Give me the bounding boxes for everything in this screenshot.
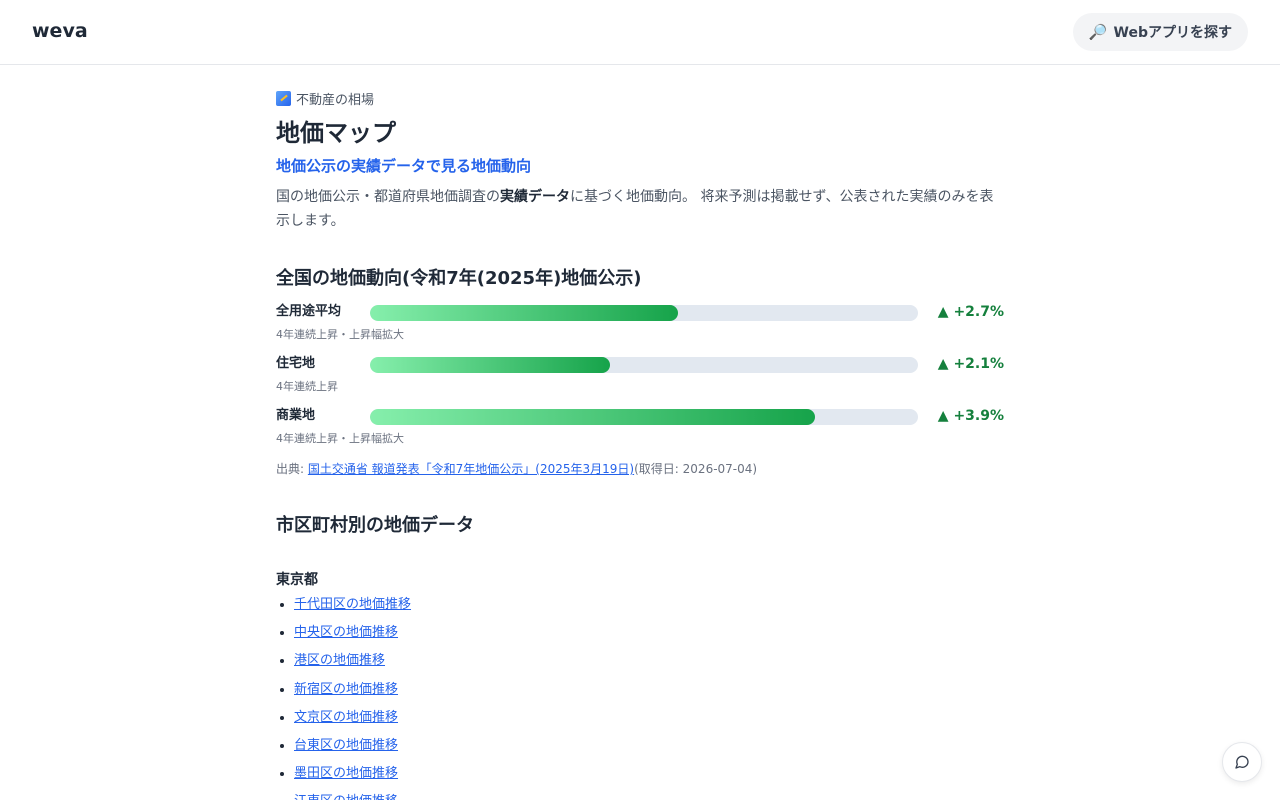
ward-list-item: 中央区の地価推移 xyxy=(294,624,1004,652)
ward-link[interactable]: 江東区の地価推移 xyxy=(294,794,398,800)
trend-bar-fill xyxy=(370,357,610,373)
page-description: 国の地価公示・都道府県地価調査の実績データに基づく地価動向。 将来予測は掲載せず… xyxy=(276,185,1004,233)
trend-bar-track xyxy=(370,305,918,321)
ward-list: 千代田区の地価推移中央区の地価推移港区の地価推移新宿区の地価推移文京区の地価推移… xyxy=(276,596,1004,800)
source-link[interactable]: 国土交通省 報道発表「令和7年地価公示」(2025年3月19日) xyxy=(308,462,634,476)
site-header: weva 🔎 Webアプリを探す xyxy=(0,0,1280,65)
trend-note: 4年連続上昇・上昇幅拡大 xyxy=(276,328,404,341)
chat-button[interactable] xyxy=(1222,742,1262,782)
find-web-apps-button[interactable]: 🔎 Webアプリを探す xyxy=(1072,13,1248,51)
chat-bubble-icon xyxy=(1235,755,1249,769)
trend-bar-track xyxy=(370,357,918,373)
trend-value: ▲ +2.1% xyxy=(937,356,1004,372)
trend-row: 住宅地 ▲ +2.1% 4年連続上昇 xyxy=(276,355,1004,407)
trend-row: 商業地 ▲ +3.9% 4年連続上昇・上昇幅拡大 xyxy=(276,407,1004,459)
trend-label: 商業地 xyxy=(276,408,316,423)
desc-bold: 実績データ xyxy=(500,189,570,205)
trend-bar-track xyxy=(370,409,918,425)
trend-label: 全用途平均 xyxy=(276,304,342,319)
municipal-section: 市区町村別の地価データ 東京都 千代田区の地価推移中央区の地価推移港区の地価推移… xyxy=(276,512,1004,800)
chart-up-icon xyxy=(276,90,291,106)
find-web-apps-label: Webアプリを探す xyxy=(1113,25,1232,41)
trend-row: 全用途平均 ▲ +2.7% 4年連続上昇・上昇幅拡大 xyxy=(276,303,1004,355)
ward-list-item: 江東区の地価推移 xyxy=(294,793,1004,800)
ward-list-item: 港区の地価推移 xyxy=(294,652,1004,680)
ward-link[interactable]: 墨田区の地価推移 xyxy=(294,766,398,781)
source-note: 出典: 国土交通省 報道発表「令和7年地価公示」(2025年3月19日)(取得日… xyxy=(276,460,1004,478)
trend-bar-fill xyxy=(370,305,679,321)
trend-label: 住宅地 xyxy=(276,356,316,371)
ward-link[interactable]: 新宿区の地価推移 xyxy=(294,682,398,697)
magnifier-icon: 🔎 xyxy=(1088,23,1108,41)
main-content: 不動産の相場 地価マップ 地価公示の実績データで見る地価動向 国の地価公示・都道… xyxy=(276,88,1004,800)
page-subtitle: 地価公示の実績データで見る地価動向 xyxy=(276,157,532,175)
prefecture-heading: 東京都 xyxy=(276,572,318,588)
desc-text-1: 国の地価公示・都道府県地価調査の xyxy=(276,189,500,205)
ward-list-item: 墨田区の地価推移 xyxy=(294,765,1004,793)
ward-link[interactable]: 千代田区の地価推移 xyxy=(294,597,411,612)
trend-bar-fill xyxy=(370,409,816,425)
ward-list-item: 新宿区の地価推移 xyxy=(294,681,1004,709)
source-date: (取得日: 2026-07-04) xyxy=(634,462,758,476)
national-bars: 全用途平均 ▲ +2.7% 4年連続上昇・上昇幅拡大 住宅地 ▲ +2.1% 4年連続上昇… xyxy=(276,303,1004,459)
ward-link[interactable]: 中央区の地価推移 xyxy=(294,625,398,640)
trend-note: 4年連続上昇 xyxy=(276,380,338,393)
breadcrumb-label: 不動産の相場 xyxy=(296,92,375,108)
trend-note: 4年連続上昇・上昇幅拡大 xyxy=(276,432,404,445)
breadcrumb[interactable]: 不動産の相場 xyxy=(276,88,1004,108)
national-heading: 全国の地価動向(令和7年(2025年)地価公示) xyxy=(276,268,642,289)
trend-value: ▲ +3.9% xyxy=(937,408,1004,424)
municipal-heading: 市区町村別の地価データ xyxy=(276,515,474,536)
trend-value: ▲ +2.7% xyxy=(937,304,1004,320)
source-prefix: 出典: xyxy=(276,462,308,476)
ward-link[interactable]: 港区の地価推移 xyxy=(294,653,385,668)
ward-list-item: 千代田区の地価推移 xyxy=(294,596,1004,624)
ward-link[interactable]: 文京区の地価推移 xyxy=(294,710,398,725)
page-title: 地価マップ xyxy=(276,119,396,147)
national-trend-section: 全国の地価動向(令和7年(2025年)地価公示) 全用途平均 ▲ +2.7% 4年連… xyxy=(276,265,1004,478)
ward-list-item: 台東区の地価推移 xyxy=(294,737,1004,765)
ward-list-item: 文京区の地価推移 xyxy=(294,709,1004,737)
site-logo[interactable]: weva xyxy=(32,20,88,42)
ward-link[interactable]: 台東区の地価推移 xyxy=(294,738,398,753)
